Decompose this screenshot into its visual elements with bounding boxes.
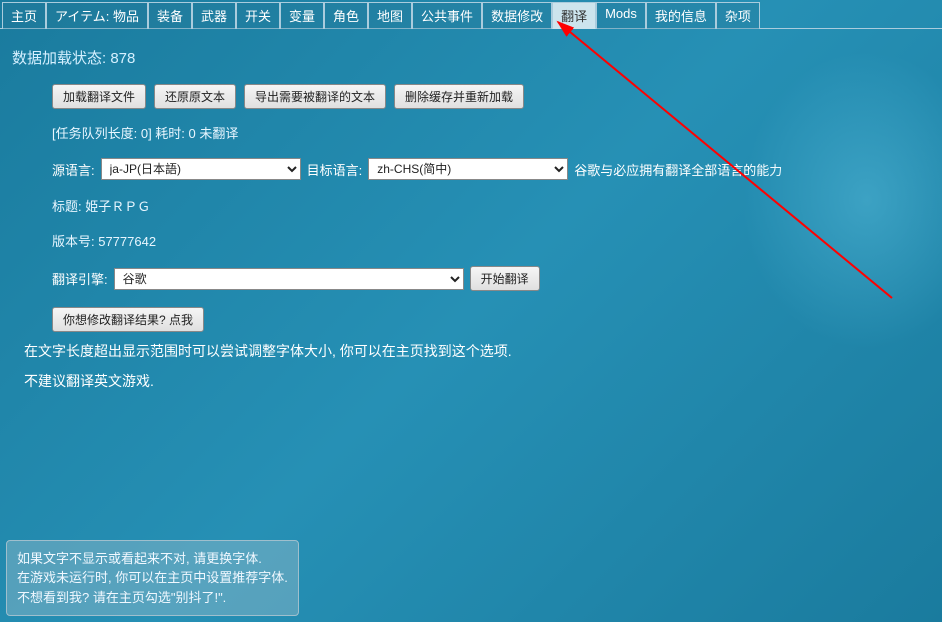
hint-line-1: 如果文字不显示或看起来不对, 请更换字体.: [17, 549, 288, 569]
tab-variables[interactable]: 变量: [280, 2, 324, 29]
translate-panel: 数据加载状态: 878 加载翻译文件 还原原文本 导出需要被翻译的文本 删除缓存…: [0, 28, 942, 419]
load-translation-file-button[interactable]: 加载翻译文件: [52, 84, 146, 109]
data-load-status: 数据加载状态: 878: [12, 47, 930, 68]
hint-line-2: 在游戏未运行时, 你可以在主页中设置推荐字体.: [17, 568, 288, 588]
source-language-select[interactable]: ja-JP(日本語): [101, 158, 301, 180]
tab-bar: 主页 アイテム: 物品 装备 武器 开关 变量 角色 地图 公共事件 数据修改 …: [0, 0, 942, 29]
modify-results-button[interactable]: 你想修改翻译结果? 点我: [52, 307, 204, 332]
engine-label: 翻译引擎:: [52, 269, 108, 288]
tab-switches[interactable]: 开关: [236, 2, 280, 29]
tab-misc[interactable]: 杂项: [716, 2, 760, 29]
start-translate-button[interactable]: 开始翻译: [470, 266, 540, 291]
english-warning-note: 不建议翻译英文游戏.: [24, 370, 918, 392]
clear-cache-reload-button[interactable]: 删除缓存并重新加载: [394, 84, 524, 109]
source-language-label: 源语言:: [52, 160, 95, 179]
hint-line-3: 不想看到我? 请在主页勾选"别抖了!".: [17, 588, 288, 608]
tab-equipment[interactable]: 装备: [148, 2, 192, 29]
tab-data-edit[interactable]: 数据修改: [482, 2, 552, 29]
target-language-label: 目标语言:: [307, 160, 363, 179]
tab-common-events[interactable]: 公共事件: [412, 2, 482, 29]
tab-my-info[interactable]: 我的信息: [646, 2, 716, 29]
tab-items[interactable]: アイテム: 物品: [46, 2, 148, 29]
translation-engine-select[interactable]: 谷歌: [114, 268, 464, 290]
game-title: 标题: 姫子ＲＰＧ: [52, 196, 930, 215]
tab-maps[interactable]: 地图: [368, 2, 412, 29]
version-number: 版本号: 57777642: [52, 231, 930, 250]
tab-mods[interactable]: Mods: [596, 2, 646, 29]
revert-original-button[interactable]: 还原原文本: [154, 84, 236, 109]
target-language-select[interactable]: zh-CHS(简中): [368, 158, 568, 180]
tab-actors[interactable]: 角色: [324, 2, 368, 29]
font-size-note: 在文字长度超出显示范围时可以尝试调整字体大小, 你可以在主页找到这个选项.: [24, 340, 918, 362]
export-untranslated-button[interactable]: 导出需要被翻译的文本: [244, 84, 386, 109]
tab-home[interactable]: 主页: [2, 2, 46, 29]
bottom-hint-box: 如果文字不显示或看起来不对, 请更换字体. 在游戏未运行时, 你可以在主页中设置…: [6, 540, 299, 617]
tab-weapons[interactable]: 武器: [192, 2, 236, 29]
queue-status: [任务队列长度: 0] 耗时: 0 未翻译: [52, 123, 930, 142]
tab-translate[interactable]: 翻译: [552, 2, 596, 29]
capability-note: 谷歌与必应拥有翻译全部语言的能力: [574, 160, 782, 179]
